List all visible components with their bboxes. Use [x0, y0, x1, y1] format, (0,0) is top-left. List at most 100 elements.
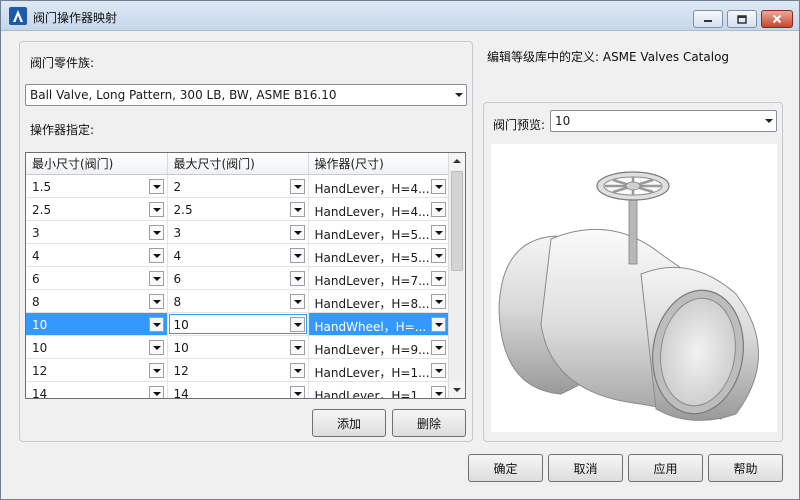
chevron-down-icon[interactable] — [148, 247, 164, 263]
grid-cell-max[interactable]: 2.5 — [167, 197, 309, 221]
chevron-down-icon[interactable] — [289, 339, 305, 355]
chevron-down-icon[interactable] — [289, 201, 305, 217]
grid-cell-op[interactable]: HandWheel，H=... — [308, 312, 450, 336]
grid-cell-min[interactable]: 3 — [26, 220, 168, 244]
chevron-down-icon[interactable] — [430, 224, 446, 240]
ok-button[interactable]: 确定 — [468, 454, 543, 482]
grid-cell-max[interactable]: 14 — [167, 381, 309, 398]
chevron-down-icon[interactable] — [430, 247, 446, 263]
grid-cell-op[interactable]: HandLever，H=4... — [308, 197, 450, 221]
grid-cell-max[interactable]: 8 — [167, 289, 309, 313]
grid-cell-max[interactable]: 6 — [167, 266, 309, 290]
chevron-down-icon[interactable] — [430, 339, 446, 355]
valve-family-value: Ball Valve, Long Pattern, 300 LB, BW, AS… — [30, 88, 337, 102]
chevron-down-icon[interactable] — [289, 362, 305, 378]
table-row[interactable]: 10 10 HandLever，H=9... — [26, 335, 450, 359]
chevron-down-icon[interactable] — [430, 362, 446, 378]
add-button[interactable]: 添加 — [312, 409, 386, 437]
window-title: 阀门操作器映射 — [33, 11, 118, 25]
chevron-down-icon[interactable] — [148, 224, 164, 240]
chevron-down-icon[interactable] — [148, 362, 164, 378]
chevron-down-icon[interactable] — [430, 385, 446, 398]
grid-cell-min[interactable]: 10 — [26, 335, 168, 359]
delete-button[interactable]: 删除 — [392, 409, 466, 437]
minimize-icon — [704, 20, 712, 22]
dialog-window: 阀门操作器映射 阀门零件族: Ball Valve, Long Pattern,… — [0, 0, 800, 500]
table-row[interactable]: 2.5 2.5 HandLever，H=4... — [26, 197, 450, 221]
table-row[interactable]: 10 10 HandWheel，H=... — [26, 312, 450, 336]
chevron-down-icon[interactable] — [148, 178, 164, 194]
table-row[interactable]: 1.5 2 HandLever，H=4... — [26, 174, 450, 198]
grid-cell-op[interactable]: HandLever，H=8... — [308, 289, 450, 313]
cell-value: 8 — [32, 294, 40, 309]
grid-cell-op[interactable]: HandLever，H=9... — [308, 335, 450, 359]
chevron-down-icon[interactable] — [148, 201, 164, 217]
grid-cell-max[interactable]: 12 — [167, 358, 309, 382]
table-row[interactable]: 4 4 HandLever，H=5... — [26, 243, 450, 267]
chevron-down-icon[interactable] — [289, 178, 305, 194]
cell-value: 12 — [173, 363, 189, 378]
cell-value: HandLever，H=7... — [314, 273, 430, 288]
grid-cell-min[interactable]: 2.5 — [26, 197, 168, 221]
grid-cell-min[interactable]: 6 — [26, 266, 168, 290]
grid-cell-op[interactable]: HandLever，H=4... — [308, 174, 450, 198]
grid-cell-op[interactable]: HandLever，H=1... — [308, 381, 450, 398]
chevron-down-icon[interactable] — [430, 293, 446, 309]
chevron-down-icon[interactable] — [289, 247, 305, 263]
scroll-down-icon[interactable] — [449, 381, 465, 398]
chevron-down-icon[interactable] — [148, 316, 164, 332]
grid-cell-max[interactable]: 2 — [167, 174, 309, 198]
table-row[interactable]: 12 12 HandLever，H=1... — [26, 358, 450, 382]
help-button[interactable]: 帮助 — [708, 454, 783, 482]
maximize-button[interactable] — [727, 10, 757, 28]
chevron-down-icon[interactable] — [289, 293, 305, 309]
grid-cell-op[interactable]: HandLever，H=5... — [308, 243, 450, 267]
chevron-down-icon[interactable] — [430, 201, 446, 217]
cell-value: 2 — [173, 179, 182, 194]
column-header-operator[interactable]: 操作器(尺寸) — [308, 153, 450, 175]
grid-cell-min[interactable]: 4 — [26, 243, 168, 267]
chevron-down-icon[interactable] — [430, 178, 446, 194]
chevron-down-icon[interactable] — [430, 316, 446, 332]
chevron-down-icon[interactable] — [148, 385, 164, 398]
grid-vertical-scrollbar[interactable] — [448, 153, 465, 398]
chevron-down-icon[interactable] — [430, 270, 446, 286]
close-button[interactable] — [761, 10, 793, 28]
scroll-thumb[interactable] — [451, 171, 463, 271]
column-header-max-size[interactable]: 最大尺寸(阀门) — [167, 153, 309, 175]
chevron-down-icon[interactable] — [289, 316, 305, 332]
table-row[interactable]: 14 14 HandLever，H=1... — [26, 381, 450, 398]
chevron-down-icon[interactable] — [289, 224, 305, 240]
grid-cell-min[interactable]: 10 — [26, 312, 168, 336]
chevron-down-icon[interactable] — [289, 385, 305, 398]
column-header-min-size[interactable]: 最小尺寸(阀门) — [26, 153, 168, 175]
grid-cell-max[interactable]: 3 — [167, 220, 309, 244]
table-row[interactable]: 8 8 HandLever，H=8... — [26, 289, 450, 313]
title-bar[interactable]: 阀门操作器映射 — [1, 1, 799, 31]
grid-cell-min[interactable]: 1.5 — [26, 174, 168, 198]
cancel-button[interactable]: 取消 — [548, 454, 623, 482]
table-row[interactable]: 6 6 HandLever，H=7... — [26, 266, 450, 290]
grid-cell-min[interactable]: 8 — [26, 289, 168, 313]
chevron-down-icon[interactable] — [148, 270, 164, 286]
grid-cell-op[interactable]: HandLever，H=7... — [308, 266, 450, 290]
minimize-button[interactable] — [693, 10, 723, 28]
grid-cell-max[interactable]: 4 — [167, 243, 309, 267]
apply-button[interactable]: 应用 — [628, 454, 703, 482]
operator-assignment-label: 操作器指定: — [30, 123, 95, 137]
chevron-down-icon[interactable] — [148, 339, 164, 355]
chevron-down-icon[interactable] — [148, 293, 164, 309]
grid-cell-min[interactable]: 14 — [26, 381, 168, 398]
grid-cell-min[interactable]: 12 — [26, 358, 168, 382]
grid-cell-max[interactable]: 10 — [167, 335, 309, 359]
grid-cell-max[interactable]: 10 — [167, 312, 309, 336]
operator-grid[interactable]: 最小尺寸(阀门) 最大尺寸(阀门) 操作器(尺寸) 1.5 2 HandLever，… — [25, 152, 466, 399]
grid-cell-op[interactable]: HandLever，H=1... — [308, 358, 450, 382]
chevron-down-icon[interactable] — [289, 270, 305, 286]
valve-preview-size-dropdown[interactable]: 10 — [550, 110, 777, 132]
grid-cell-op[interactable]: HandLever，H=5... — [308, 220, 450, 244]
valve-family-dropdown[interactable]: Ball Valve, Long Pattern, 300 LB, BW, AS… — [25, 84, 467, 106]
valve-preview-viewport — [491, 144, 777, 432]
table-row[interactable]: 3 3 HandLever，H=5... — [26, 220, 450, 244]
scroll-up-icon[interactable] — [449, 153, 465, 170]
